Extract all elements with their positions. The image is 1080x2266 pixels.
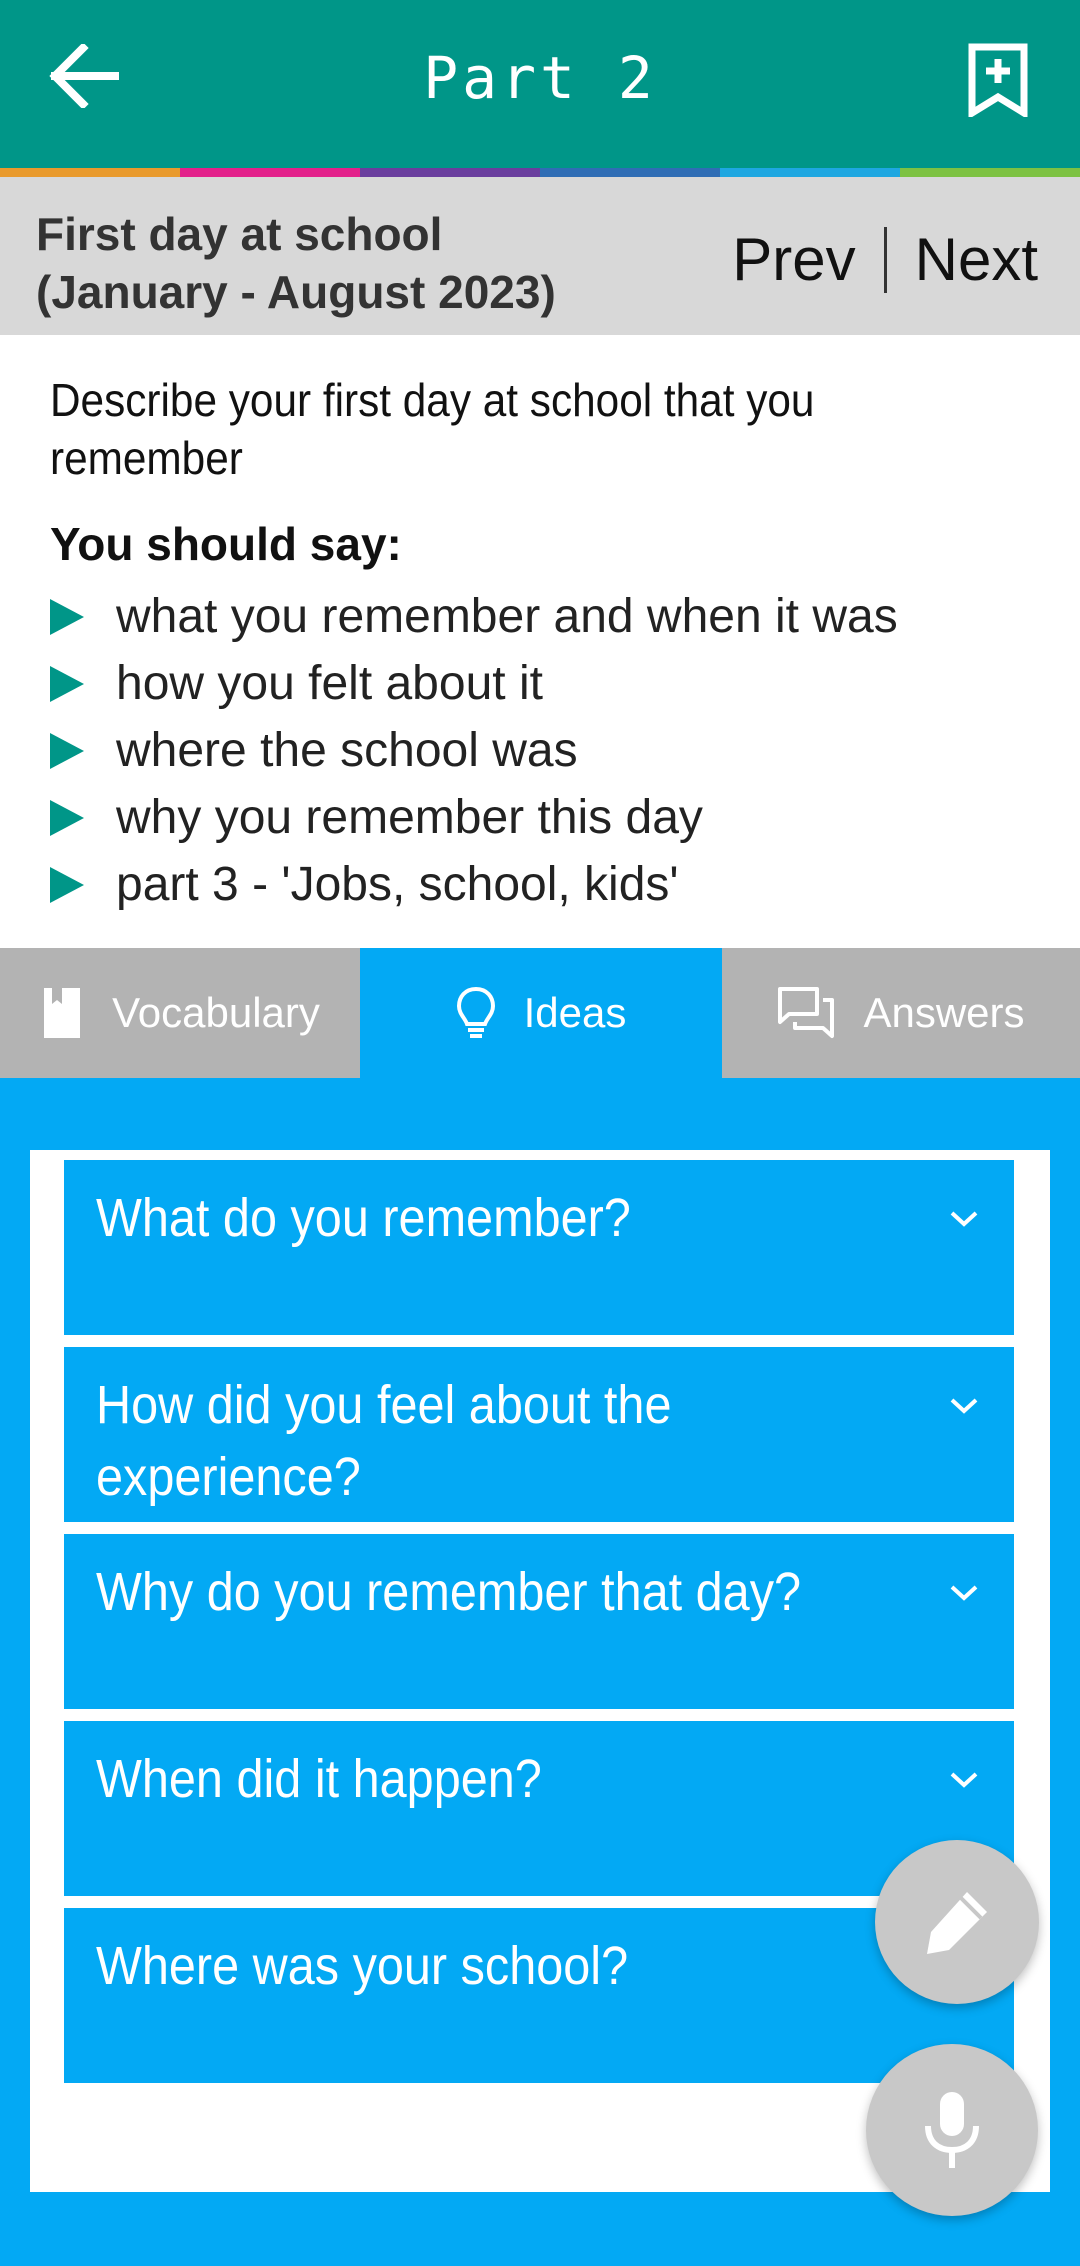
tab-label: Answers [863,989,1025,1036]
tab-answers[interactable]: Answers [722,948,1080,1078]
cue-card: Describe your first day at school that y… [0,335,1080,948]
bookmark-button[interactable] [958,38,1038,122]
topic-title-line2: (January - August 2023) [36,266,556,318]
accordion-item[interactable]: How did you feel about the experience? [64,1347,1014,1522]
accordion-item[interactable]: What do you remember? [64,1160,1014,1335]
topic-nav: Prev Next [732,225,1038,294]
triangle-bullet-icon [50,799,84,836]
cue-point-text: part 3 - 'Jobs, school, kids' [116,858,679,911]
prev-button[interactable]: Prev [732,225,855,294]
triangle-bullet-icon [50,732,84,769]
ideas-panel: What do you remember? How did you feel a… [30,1150,1050,2192]
topic-header: First day at school (January - August 20… [0,177,1080,335]
stripe-segment [720,168,900,177]
chevron-down-icon[interactable] [944,1578,984,1608]
tab-vocabulary[interactable]: Vocabulary [0,948,360,1078]
stripe-segment [360,168,540,177]
triangle-bullet-icon [50,665,84,702]
nav-divider [883,226,887,293]
microphone-fab[interactable] [866,2044,1038,2216]
topic-title: First day at school (January - August 20… [36,205,556,321]
cue-card-description: Describe your first day at school that y… [50,374,815,484]
app-bar: Part 2 [0,0,1080,168]
accordion-item[interactable]: When did it happen? [64,1721,1014,1896]
cue-point-text: how you felt about it [116,657,543,710]
pencil-icon [927,1892,987,1954]
lightbulb-icon [456,986,496,1040]
cue-point: what you remember and when it was [50,583,898,650]
cue-point-text: where the school was [116,724,578,777]
cue-point-text: why you remember this day [116,791,703,844]
cue-point-text: what you remember and when it was [116,590,898,643]
page-title: Part 2 [423,44,657,112]
cue-point: where the school was [50,717,898,784]
accordion-item[interactable]: Where was your school? [64,1908,1014,2083]
cue-card-points: what you remember and when it was how yo… [50,583,898,918]
accordion-item[interactable]: Why do you remember that day? [64,1534,1014,1709]
cue-point: part 3 - 'Jobs, school, kids' [50,851,898,918]
color-stripe [0,168,1080,177]
cue-point: how you felt about it [50,650,898,717]
book-icon [40,986,84,1040]
accordion-question: When did it happen? [96,1749,542,1809]
topic-title-line1: First day at school [36,208,443,260]
triangle-bullet-icon [50,866,84,903]
chevron-down-icon[interactable] [944,1391,984,1421]
stripe-segment [180,168,360,177]
you-should-say-heading: You should say: [50,518,402,570]
chevron-down-icon[interactable] [944,1765,984,1795]
chevron-down-icon[interactable] [944,1204,984,1234]
edit-fab[interactable] [875,1840,1039,2004]
stripe-segment [540,168,720,177]
tab-ideas[interactable]: Ideas [360,948,722,1078]
microphone-icon [925,2092,979,2168]
bookmark-plus-icon [968,43,1028,117]
tab-label: Ideas [523,989,627,1036]
accordion-question: What do you remember? [96,1188,631,1248]
cue-point: why you remember this day [50,784,898,851]
stripe-segment [900,168,1080,177]
tab-label: Vocabulary [112,989,320,1036]
chat-bubbles-icon [777,986,835,1040]
tab-bar: Vocabulary Ideas Answers [0,948,1080,1078]
accordion-question: How did you feel about the experience? [96,1375,672,1507]
stripe-segment [0,168,180,177]
accordion-question: Where was your school? [96,1936,629,1996]
accordion-question: Why do you remember that day? [96,1562,802,1622]
triangle-bullet-icon [50,598,84,635]
next-button[interactable]: Next [915,225,1038,294]
